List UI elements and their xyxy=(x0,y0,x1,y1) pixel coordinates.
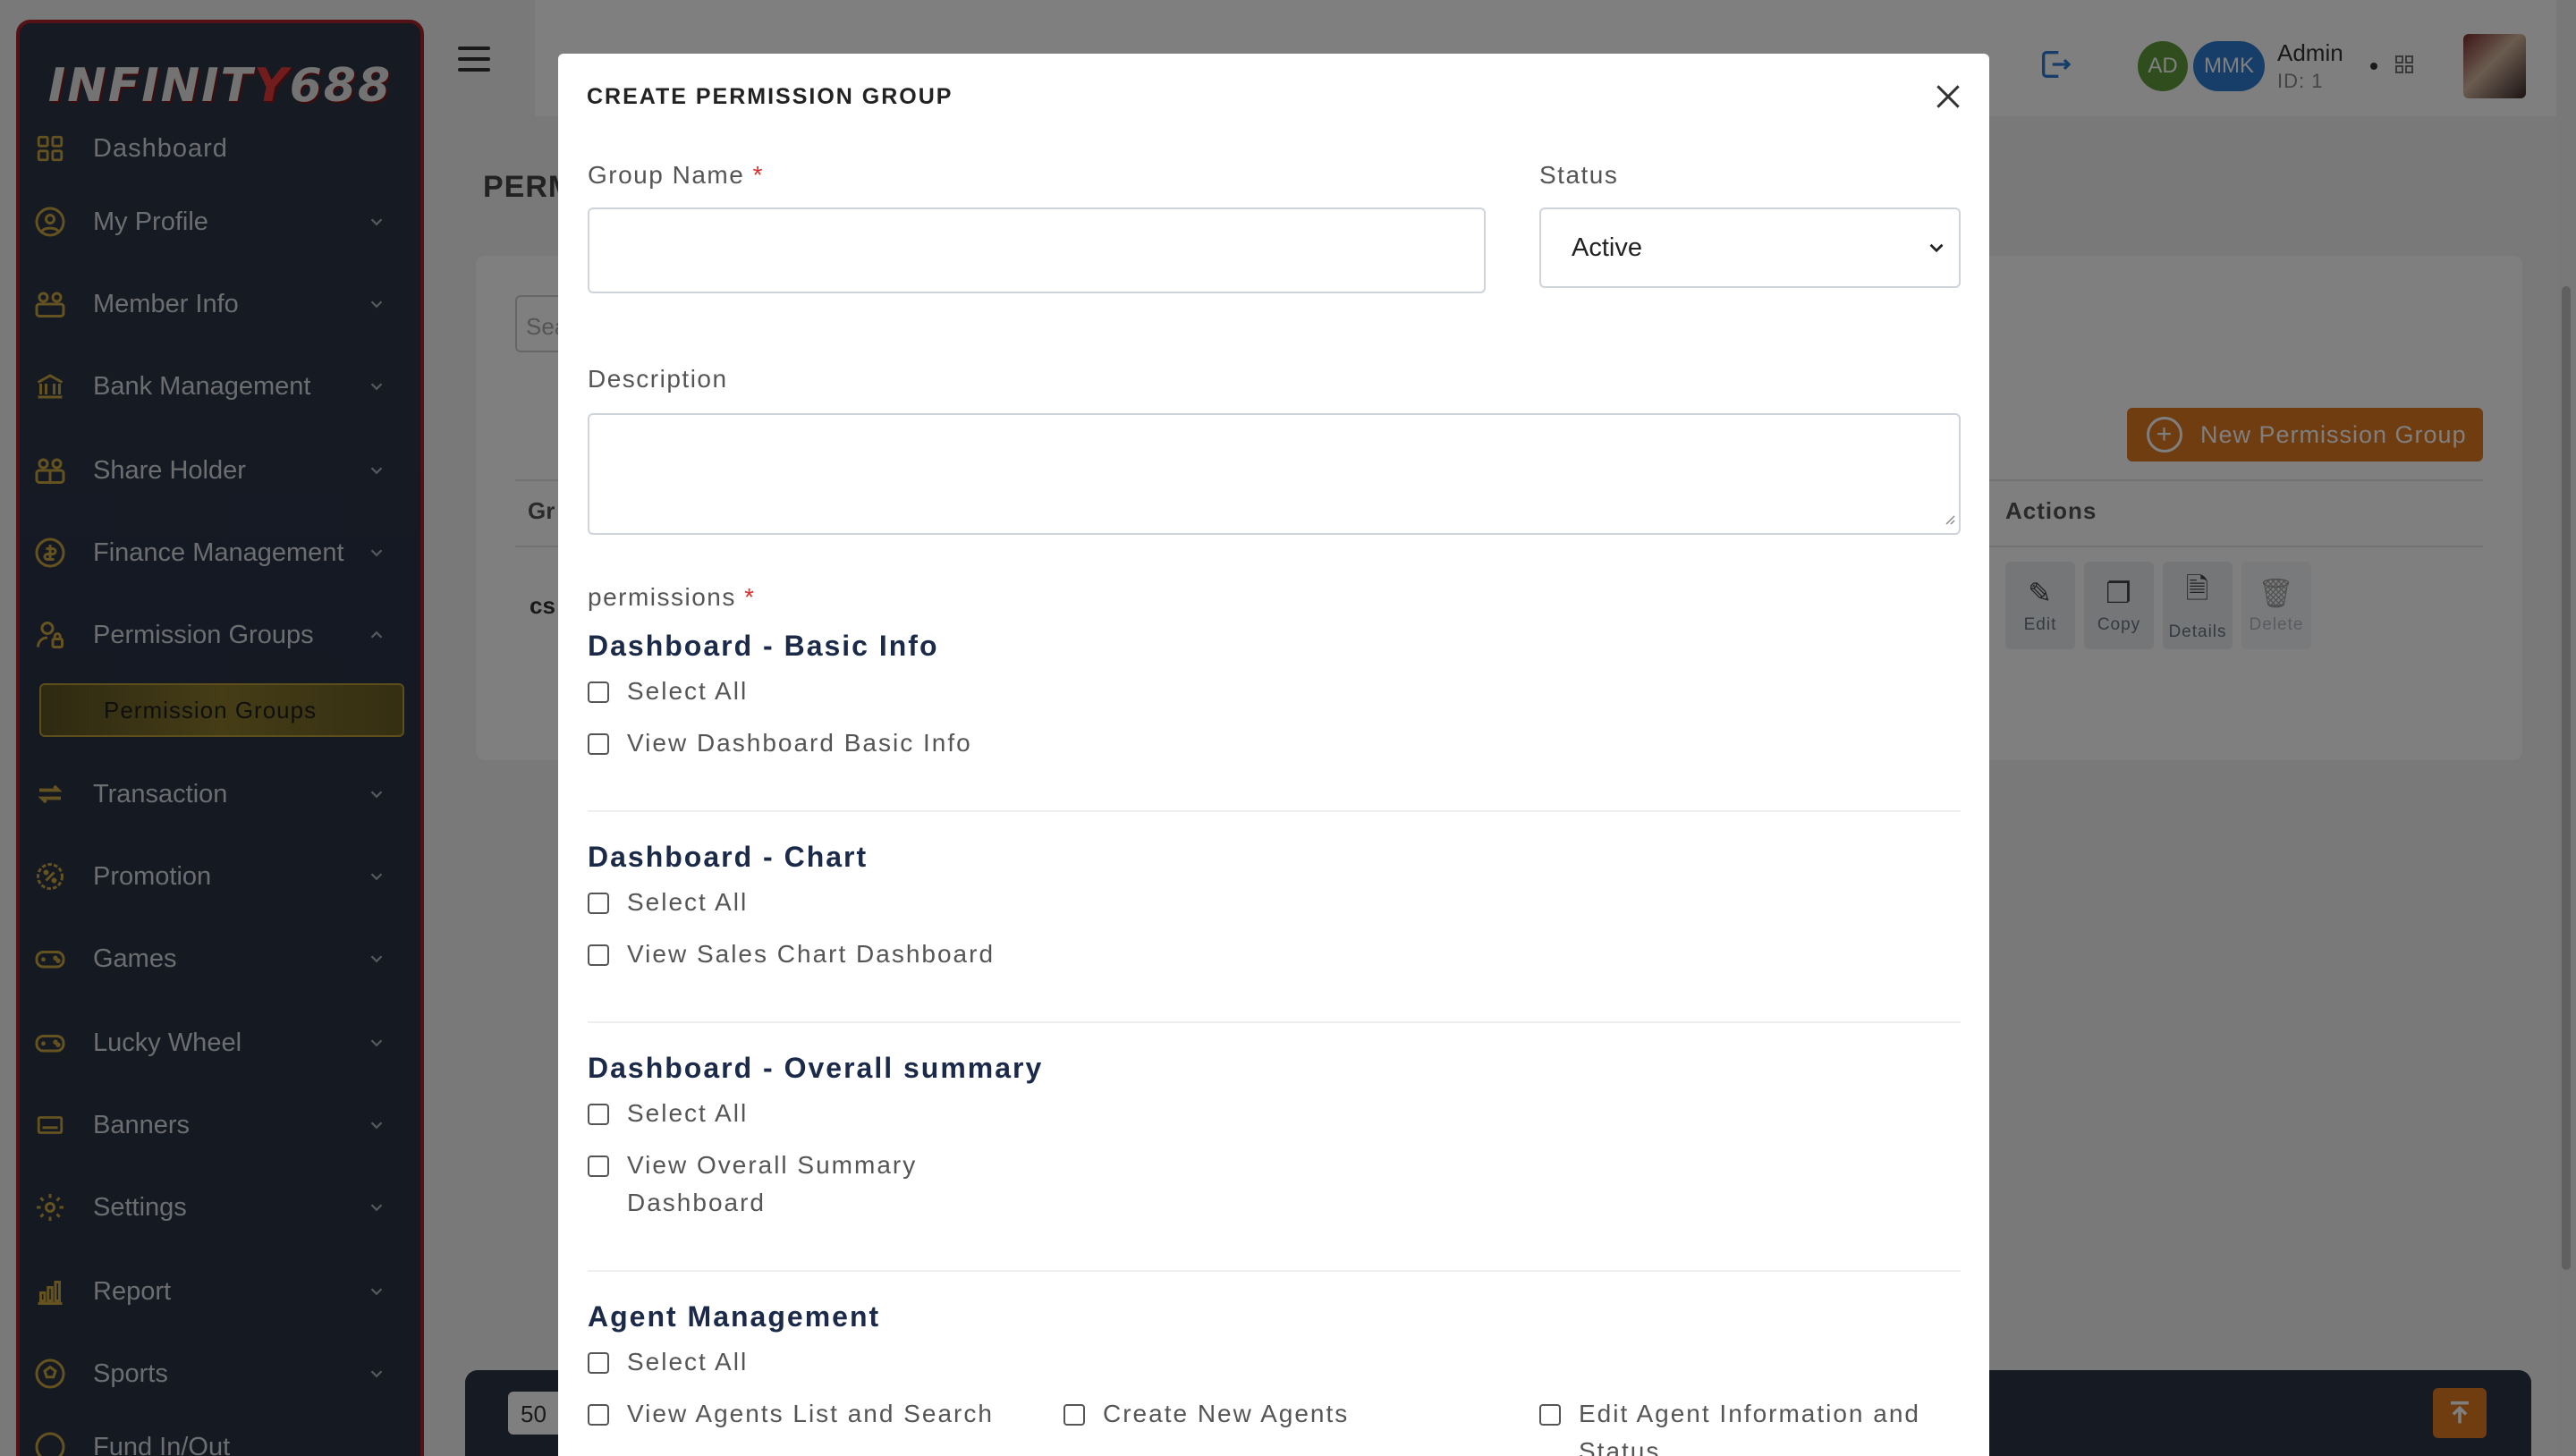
checkbox-label: Select All xyxy=(627,888,749,916)
section-divider xyxy=(588,1270,1961,1272)
select-all-checkbox-row[interactable]: Select All xyxy=(588,1348,748,1381)
group-name-input[interactable] xyxy=(588,207,1486,293)
status-label: Status xyxy=(1539,161,1619,189)
permission-checkbox-row[interactable]: Create New Agents xyxy=(1063,1400,1349,1433)
checkbox-label: Edit Agent Information and Status xyxy=(1579,1400,1920,1456)
status-selected-value: Active xyxy=(1572,233,1642,262)
checkbox[interactable] xyxy=(588,1352,609,1374)
permission-checkbox-row[interactable]: View Agents List and Search xyxy=(588,1400,994,1433)
checkbox-label: Create New Agents xyxy=(1103,1400,1350,1427)
description-textarea[interactable] xyxy=(588,413,1961,535)
create-permission-group-modal: CREATE PERMISSION GROUP Group Name * Sta… xyxy=(558,54,1989,1456)
checkbox-label: View Sales Chart Dashboard xyxy=(627,940,996,968)
section-divider xyxy=(588,810,1961,812)
section-title: Dashboard - Chart xyxy=(588,841,869,873)
chevron-down-icon xyxy=(1925,236,1948,267)
description-label: Description xyxy=(588,365,728,393)
checkbox[interactable] xyxy=(588,893,609,914)
checkbox[interactable] xyxy=(588,944,609,966)
select-all-checkbox-row[interactable]: Select All xyxy=(588,677,748,710)
resize-handle-icon[interactable] xyxy=(1941,511,1955,529)
permission-checkbox-row[interactable]: View Sales Chart Dashboard xyxy=(588,940,995,973)
section-title: Dashboard - Basic Info xyxy=(588,630,939,662)
group-name-label: Group Name * xyxy=(588,161,764,189)
checkbox[interactable] xyxy=(588,733,609,755)
permission-checkbox-row[interactable]: Edit Agent Information and Status xyxy=(1539,1400,1951,1456)
checkbox[interactable] xyxy=(588,1404,609,1426)
checkbox[interactable] xyxy=(1539,1404,1561,1426)
checkbox[interactable] xyxy=(588,1104,609,1125)
checkbox-label: Select All xyxy=(627,1348,749,1376)
permission-checkbox-row[interactable]: View Dashboard Basic Info xyxy=(588,729,972,762)
section-title: Dashboard - Overall summary xyxy=(588,1052,1044,1084)
checkbox-label: Select All xyxy=(627,677,749,705)
section-divider xyxy=(588,1021,1961,1023)
checkbox[interactable] xyxy=(1063,1404,1085,1426)
checkbox[interactable] xyxy=(588,681,609,703)
status-select[interactable]: Active xyxy=(1539,207,1961,288)
modal-title: CREATE PERMISSION GROUP xyxy=(587,84,953,109)
section-title: Agent Management xyxy=(588,1300,881,1333)
permissions-label: permissions * xyxy=(588,583,756,611)
select-all-checkbox-row[interactable]: Select All xyxy=(588,1099,748,1132)
select-all-checkbox-row[interactable]: Select All xyxy=(588,888,748,921)
permission-checkbox-row[interactable]: View Overall Summary Dashboard xyxy=(588,1151,963,1222)
checkbox-label: View Overall Summary Dashboard xyxy=(627,1151,918,1216)
checkbox-label: View Dashboard Basic Info xyxy=(627,729,972,757)
close-icon[interactable] xyxy=(1930,79,1966,114)
checkbox-label: Select All xyxy=(627,1099,749,1127)
checkbox-label: View Agents List and Search xyxy=(627,1400,994,1427)
checkbox[interactable] xyxy=(588,1155,609,1177)
